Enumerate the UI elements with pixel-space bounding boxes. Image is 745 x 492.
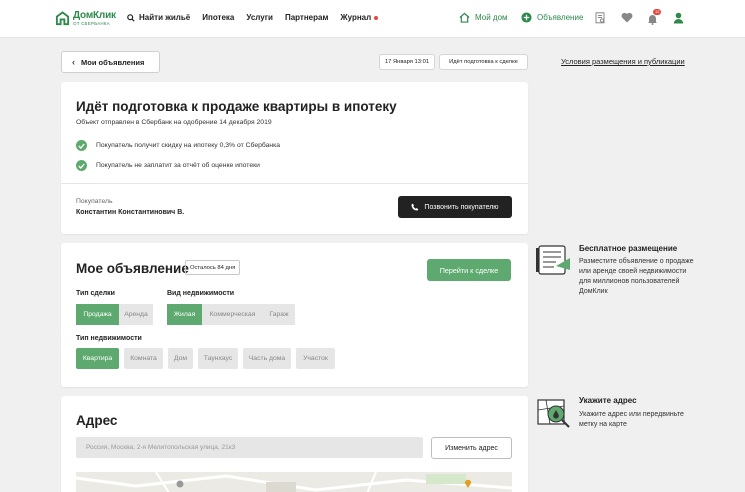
benefit-text: Покупатель не заплатит за отчёт об оценк… bbox=[96, 162, 260, 169]
days-left-chip: Осталось 84 дня bbox=[185, 260, 241, 275]
heart-icon[interactable] bbox=[621, 12, 633, 23]
free-placement-title: Бесплатное размещение bbox=[579, 244, 678, 253]
call-button-label: Позвонить покупателю bbox=[424, 203, 499, 211]
address-hint-text: Укажите адрес или передвиньте метку на к… bbox=[579, 411, 684, 428]
date-chip: 17 Января 13:01 bbox=[379, 54, 435, 70]
property-type-house[interactable]: Дом bbox=[168, 348, 193, 369]
property-kind-residential[interactable]: Жилая bbox=[167, 304, 202, 325]
listing-title: Мое объявление bbox=[76, 261, 189, 276]
metro-icon bbox=[176, 480, 184, 488]
call-buyer-button[interactable]: Позвонить покупателю bbox=[398, 196, 512, 218]
benefit-text: Покупатель получит скидку на ипотеку 0,3… bbox=[96, 142, 281, 149]
main-nav: Найти жильё Ипотека Услуги Партнерам Жур… bbox=[127, 13, 390, 22]
property-type-apartment[interactable]: Квартира bbox=[76, 348, 119, 369]
phone-icon bbox=[411, 203, 419, 211]
house-logo-icon bbox=[55, 11, 70, 26]
my-listings-back-button[interactable]: ‹ Мои объявления bbox=[61, 51, 160, 73]
back-button-label: Мои объявления bbox=[81, 57, 145, 67]
my-listing-card: Мое объявление Осталось 84 дня Перейти к… bbox=[61, 243, 528, 387]
address-input[interactable] bbox=[76, 437, 423, 458]
property-type-house-part[interactable]: Часть дома bbox=[243, 348, 291, 369]
map-location-icon bbox=[537, 399, 570, 428]
benefit-item: Покупатель не заплатит за отчёт об оценк… bbox=[76, 160, 260, 171]
property-type-label: Тип недвижимости bbox=[76, 335, 142, 342]
check-circle-icon bbox=[76, 140, 87, 151]
add-listing-label: Объявление bbox=[537, 13, 584, 22]
nav-label: Партнерам bbox=[284, 13, 329, 22]
nav-label: Журнал bbox=[340, 13, 372, 22]
top-header: ДомКлик ОТ СБЕРБАНКА Найти жильё Ипотека… bbox=[0, 0, 745, 38]
map-pin-icon bbox=[464, 479, 472, 488]
deal-type-label: Тип сделки bbox=[76, 290, 115, 297]
my-home-link[interactable]: Мой дом bbox=[459, 12, 508, 23]
listing-board-icon bbox=[536, 245, 570, 275]
deal-type-segmented: Продажа Аренда bbox=[76, 304, 153, 325]
logo-name: ДомКлик bbox=[73, 10, 116, 21]
conditions-link[interactable]: Условия размещения и публикации bbox=[561, 57, 685, 66]
free-placement-text: Разместите объявление о продаже или арен… bbox=[579, 258, 694, 295]
buyer-name: Константин Константинович В. bbox=[76, 209, 185, 216]
address-title: Адрес bbox=[76, 413, 118, 428]
check-circle-icon bbox=[76, 160, 87, 171]
search-icon bbox=[127, 13, 135, 22]
property-type-land[interactable]: Участок bbox=[296, 348, 335, 369]
property-kind-segmented: Жилая Коммерческая Гараж bbox=[167, 304, 295, 325]
buyer-label: Покупатель bbox=[76, 198, 113, 205]
property-kind-label: Вид недвижимости bbox=[167, 290, 235, 297]
change-address-button[interactable]: Изменить адрес bbox=[431, 437, 512, 459]
deal-type-sale[interactable]: Продажа bbox=[76, 304, 119, 325]
my-home-label: Мой дом bbox=[475, 13, 508, 22]
new-indicator-dot bbox=[374, 15, 379, 20]
status-subtitle: Объект отправлен в Сбербанк на одобрение… bbox=[76, 119, 272, 126]
property-type-room[interactable]: Комната bbox=[124, 348, 163, 369]
address-hint-title: Укажите адрес bbox=[579, 396, 637, 405]
nav-label: Ипотека bbox=[202, 13, 235, 22]
add-listing-link[interactable]: Объявление bbox=[521, 12, 583, 23]
domclick-logo[interactable]: ДомКлик ОТ СБЕРБАНКА bbox=[55, 11, 116, 27]
home-icon bbox=[459, 12, 470, 23]
notification-badge: 12 bbox=[653, 9, 662, 15]
property-kind-commercial[interactable]: Коммерческая bbox=[202, 304, 263, 325]
nav-label: Найти жильё bbox=[139, 13, 191, 22]
nav-partners[interactable]: Партнерам bbox=[285, 13, 328, 22]
plus-circle-icon bbox=[521, 12, 532, 23]
property-type-options: Квартира Комната Дом Таунхаус Часть дома… bbox=[76, 348, 340, 369]
nav-services[interactable]: Услуги bbox=[246, 13, 273, 22]
nav-journal[interactable]: Журнал bbox=[340, 13, 379, 22]
document-search-icon[interactable] bbox=[595, 12, 606, 24]
map-tiles bbox=[76, 472, 512, 492]
address-card: Адрес Изменить адрес bbox=[61, 396, 528, 492]
nav-label: Услуги bbox=[246, 13, 273, 22]
status-title: Идёт подготовка к продаже квартиры в ипо… bbox=[76, 99, 397, 114]
benefit-item: Покупатель получит скидку на ипотеку 0,3… bbox=[76, 140, 280, 151]
user-profile-icon[interactable] bbox=[673, 12, 684, 24]
notifications-button[interactable]: 12 bbox=[647, 9, 662, 30]
divider bbox=[61, 183, 528, 184]
nav-mortgage[interactable]: Ипотека bbox=[202, 13, 234, 22]
address-map[interactable] bbox=[76, 472, 512, 492]
property-kind-garage[interactable]: Гараж bbox=[263, 304, 295, 325]
chevron-left-icon: ‹ bbox=[72, 57, 75, 67]
nav-find-housing[interactable]: Найти жильё bbox=[127, 13, 190, 22]
logo-subtitle: ОТ СБЕРБАНКА bbox=[73, 21, 110, 26]
status-chip: Идёт подготовка к сделке bbox=[439, 54, 528, 70]
deal-type-rent[interactable]: Аренда bbox=[119, 304, 153, 325]
property-type-townhouse[interactable]: Таунхаус bbox=[198, 348, 238, 369]
go-to-deal-button[interactable]: Перейти к сделке bbox=[427, 259, 511, 281]
deal-status-card: Идёт подготовка к продаже квартиры в ипо… bbox=[61, 82, 528, 234]
